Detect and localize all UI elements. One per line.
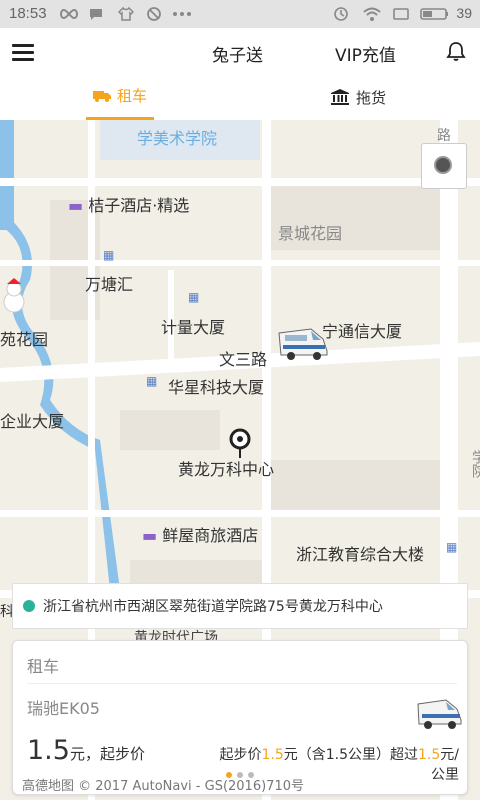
map-label: 文三路 <box>219 350 268 369</box>
status-time: 18:53 <box>9 5 47 22</box>
truck-icon <box>92 90 111 102</box>
snowman-icon <box>3 278 25 313</box>
status-bar: 18:53 39 <box>0 0 480 28</box>
app-title: 兔子送 <box>212 46 263 66</box>
shirt-icon <box>118 6 134 21</box>
map-label: 学美术学院 <box>137 129 218 148</box>
map-label: 学院 <box>470 450 480 478</box>
locate-icon <box>434 156 452 174</box>
building-icon: ▦ <box>188 290 200 304</box>
map-watermark: 高德地图 © 2017 AutoNavi - GS(2016)710号 <box>22 779 304 794</box>
panel-title: 租车 <box>27 657 60 676</box>
map-poi: ▬ 桔子酒店·精选 <box>68 196 190 215</box>
battery-level: 39 <box>456 5 472 21</box>
rule-text: 元/ <box>440 747 459 763</box>
base-price-unit: 元，起步价 <box>69 745 145 763</box>
tab-tow[interactable]: 拖货 <box>330 74 386 120</box>
address-bar[interactable]: 浙江省杭州市西湖区翠苑街道学院路75号黄龙万科中心 <box>12 583 468 629</box>
building-icon: ▦ <box>146 374 158 388</box>
van-marker-icon <box>278 328 328 360</box>
wifi-icon <box>363 7 381 21</box>
map-label: 企业大厦 <box>0 412 65 431</box>
divider <box>27 683 457 684</box>
map-label: 鲜屋商旅酒店 <box>162 526 259 545</box>
base-price: 1.5元，起步价 <box>27 735 145 766</box>
bell-icon[interactable] <box>445 40 467 62</box>
map-label: 路 <box>437 128 451 144</box>
tab-rent[interactable]: 租车 <box>86 74 154 120</box>
rule-text: 公里 <box>431 767 459 783</box>
menu-icon[interactable] <box>12 44 34 61</box>
map-label: 宁通信大厦 <box>322 322 403 341</box>
map-label: 万塘汇 <box>85 275 134 294</box>
address-dot-icon <box>23 600 35 612</box>
bank-icon <box>331 89 349 105</box>
infinity-icon <box>60 8 78 20</box>
sim-icon <box>393 8 409 20</box>
map-label: 苑花园 <box>0 330 49 349</box>
map-label: 黄龙万科中心 <box>178 460 275 479</box>
map-label: 华星科技大厦 <box>168 378 265 397</box>
base-price-value: 1.5 <box>27 735 70 766</box>
building-icon: ▦ <box>446 540 458 554</box>
alarm-icon <box>334 7 348 21</box>
chat-icon <box>90 9 102 20</box>
vehicle-model: 瑞驰EK05 <box>27 699 100 718</box>
building-icon: ▦ <box>103 248 115 262</box>
map-poi: ▬ 鲜屋商旅酒店 <box>142 526 259 545</box>
tab-tow-label: 拖货 <box>356 88 387 107</box>
rule-text: 起步价 <box>219 747 262 763</box>
address-text: 浙江省杭州市西湖区翠苑街道学院路75号黄龙万科中心 <box>43 599 383 615</box>
block-icon <box>147 7 161 21</box>
service-tabs: 租车 拖货 <box>0 74 480 121</box>
rule-value: 1.5 <box>418 747 441 763</box>
app-header: 兔子送 VIP充值 <box>0 28 480 74</box>
map-label: 浙江教育综合大楼 <box>296 545 425 564</box>
rule-text: 元（含1.5公里）超过 <box>283 747 419 763</box>
location-pin-icon <box>229 428 251 458</box>
map-label: 计量大厦 <box>161 318 226 337</box>
rule-value: 1.5 <box>261 747 284 763</box>
more-icon <box>173 12 191 16</box>
vip-recharge-button[interactable]: VIP充值 <box>335 41 396 66</box>
battery-icon <box>420 8 448 20</box>
map-label: 景城花园 <box>278 224 343 243</box>
van-icon <box>417 699 462 729</box>
tab-rent-label: 租车 <box>116 87 147 105</box>
locate-button[interactable] <box>421 143 467 189</box>
vehicle-panel[interactable]: 租车 瑞驰EK05 1.5元，起步价 起步价1.5元（含1.5公里）超过1.5元… <box>12 640 468 795</box>
map-label: 桔子酒店·精选 <box>88 196 190 215</box>
